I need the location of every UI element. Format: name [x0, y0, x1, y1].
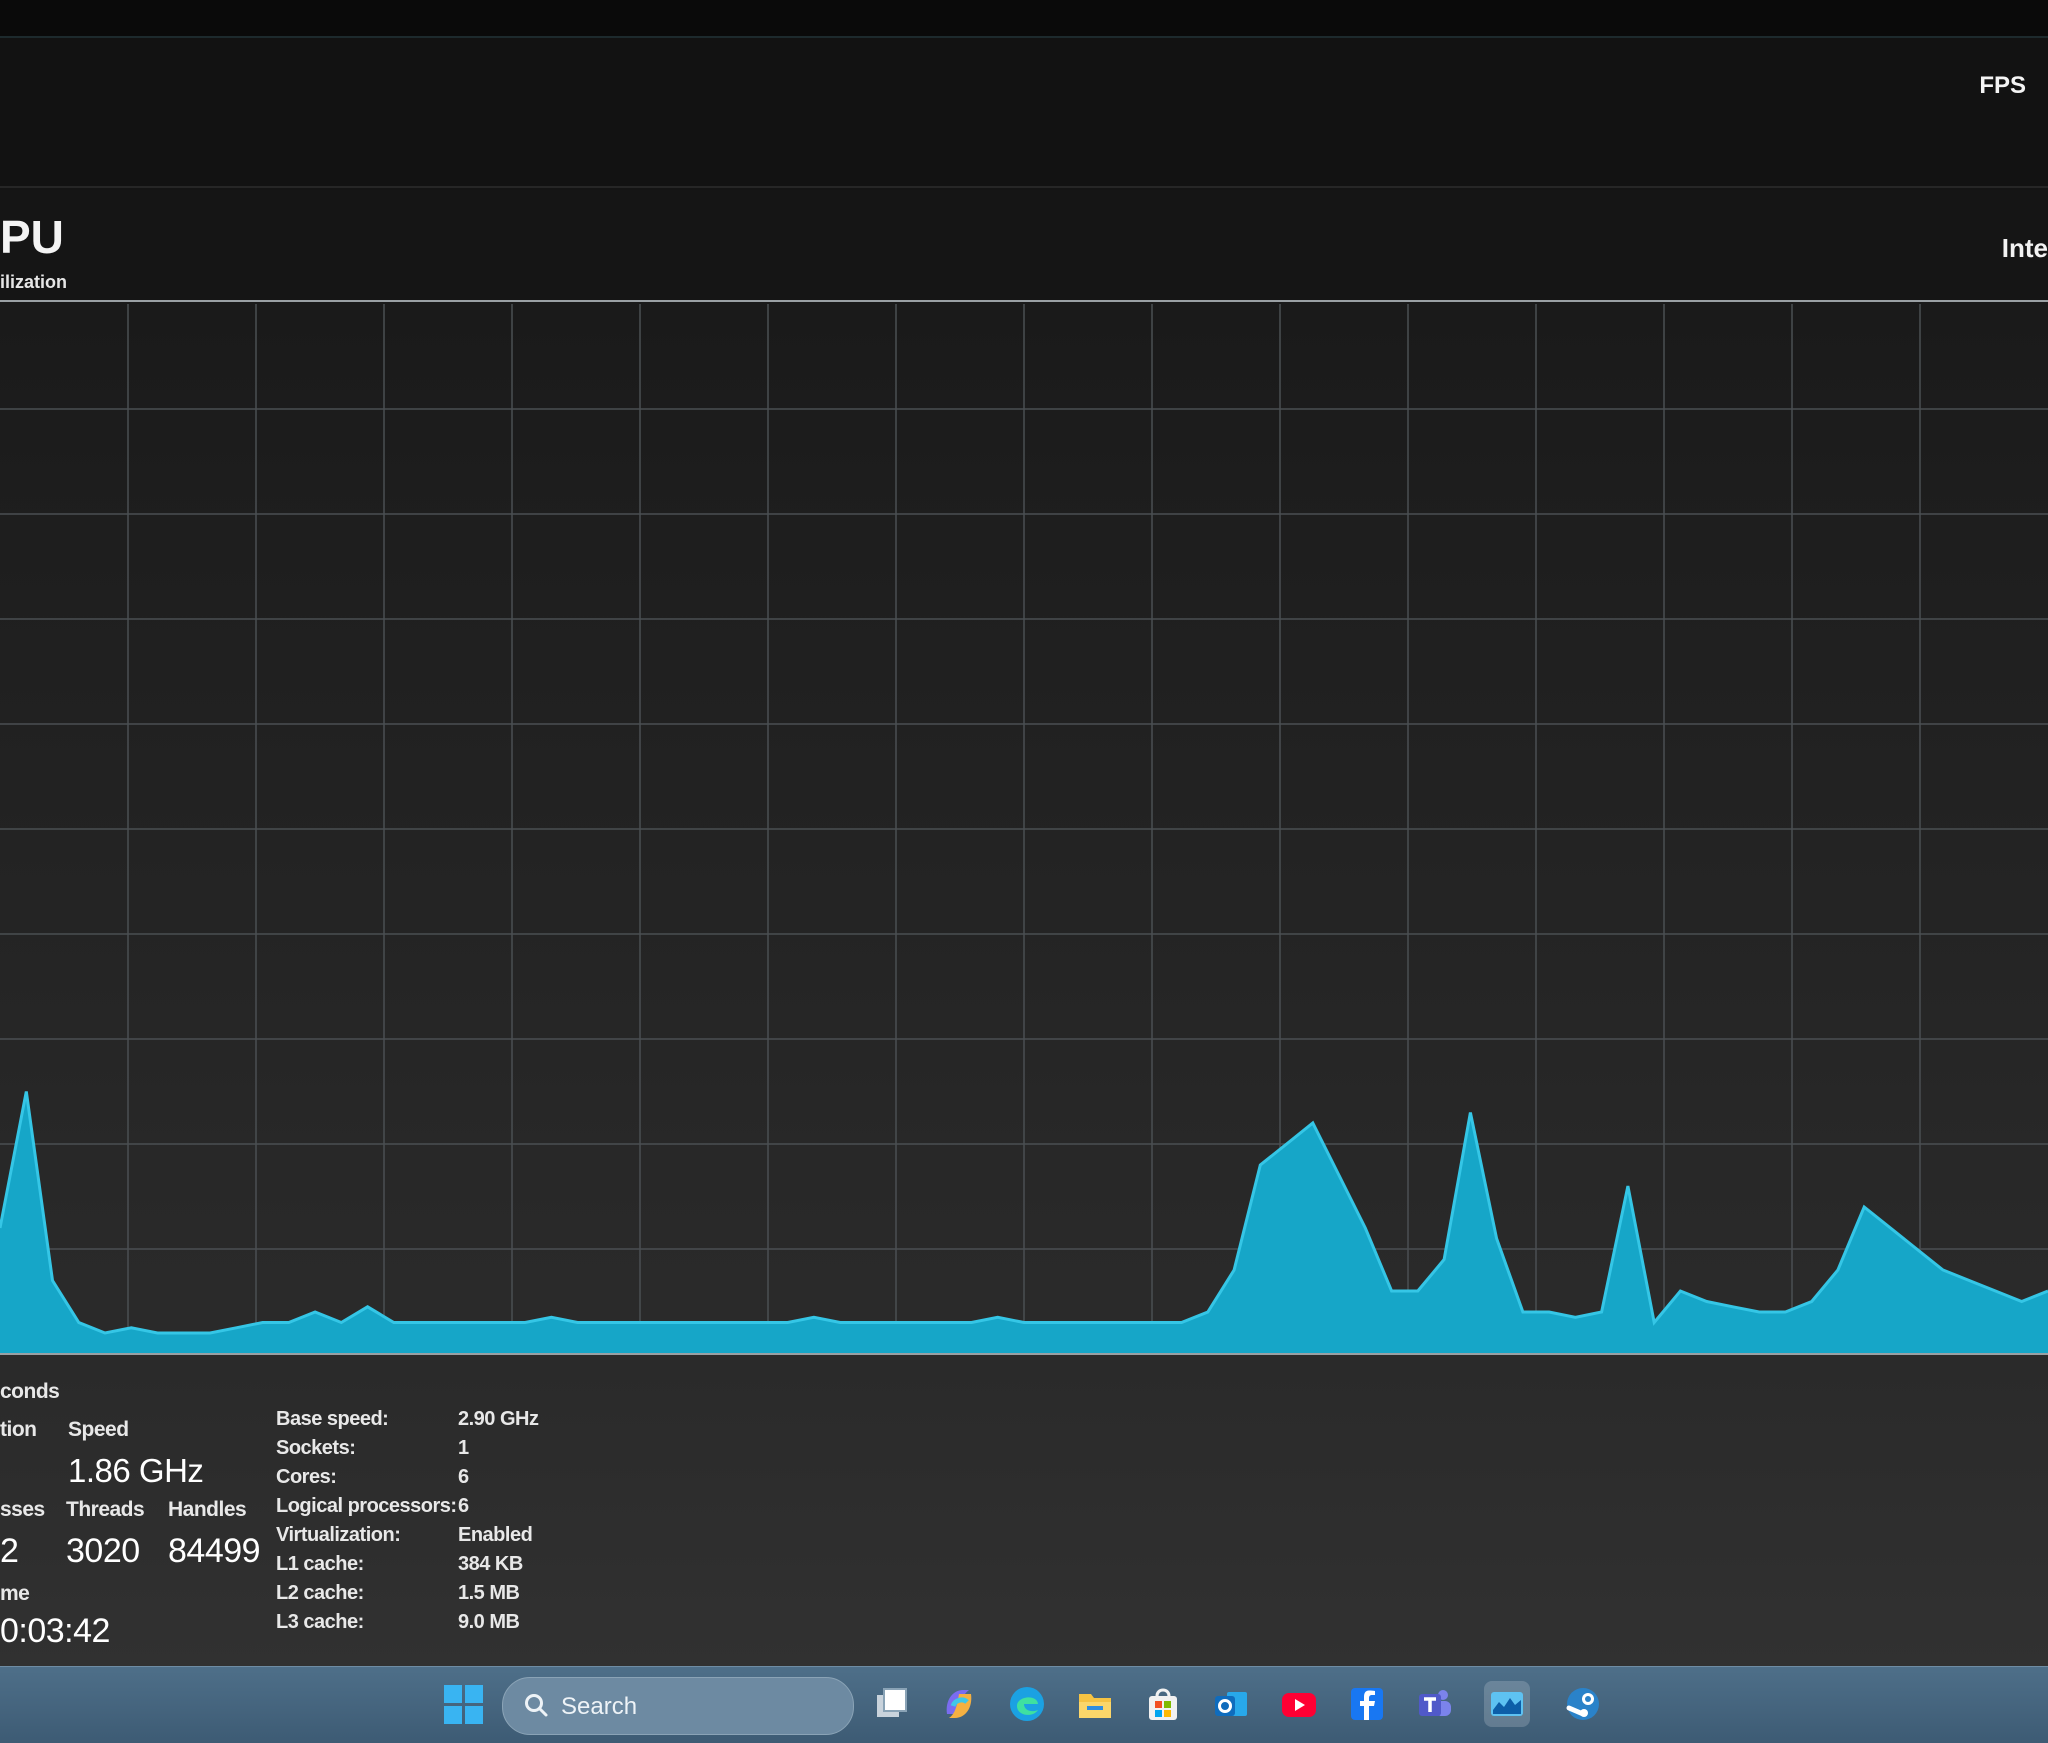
utilization-caption: ilization: [0, 272, 67, 292]
processes-label: sses: [0, 1498, 45, 1521]
steam-icon[interactable]: [1560, 1681, 1606, 1727]
spec-value: Enabled: [458, 1524, 533, 1546]
edge-icon[interactable]: [1004, 1681, 1050, 1727]
microsoft-store-icon[interactable]: [1140, 1681, 1186, 1727]
spec-label: Logical processors:: [276, 1495, 457, 1517]
spec-value: 6: [458, 1495, 469, 1517]
spec-label: L1 cache:: [276, 1553, 364, 1575]
handles-value: 84499: [168, 1532, 261, 1570]
uptime-value: 0:03:42: [0, 1612, 110, 1650]
processes-value: 2: [0, 1532, 19, 1570]
spec-label: L3 cache:: [276, 1611, 364, 1633]
speed-label: Speed: [68, 1418, 129, 1441]
cpu-utilization-graph: [0, 300, 2048, 1362]
utilization-label: tion: [0, 1418, 37, 1441]
top-divider: [0, 186, 2048, 188]
cpu-header: [0, 190, 2048, 302]
handles-label: Handles: [168, 1498, 247, 1521]
spec-value: 2.90 GHz: [458, 1408, 539, 1430]
threads-label: Threads: [66, 1498, 145, 1521]
cpu-title: PU: [0, 211, 64, 263]
monitor-bezel: [0, 0, 2048, 38]
taskbar-search-box[interactable]: Search: [502, 1677, 854, 1735]
task-view-icon[interactable]: [868, 1681, 914, 1727]
speed-value: 1.86 GHz: [68, 1452, 204, 1489]
graph-time-label: conds: [0, 1380, 60, 1403]
search-icon: [525, 1694, 548, 1717]
spec-label: Sockets:: [276, 1437, 356, 1459]
facebook-icon[interactable]: [1344, 1681, 1390, 1727]
search-placeholder: Search: [561, 1693, 638, 1720]
uptime-label: me: [0, 1582, 30, 1605]
task-manager-icon[interactable]: [1484, 1681, 1530, 1727]
cpu-model-name: Inte: [2001, 233, 2048, 263]
spec-value: 9.0 MB: [458, 1611, 520, 1633]
outlook-icon[interactable]: [1208, 1681, 1254, 1727]
teams-icon[interactable]: [1412, 1681, 1458, 1727]
spec-value: 384 KB: [458, 1553, 523, 1575]
graph-canvas: [0, 304, 2048, 1355]
windows-start-icon[interactable]: [444, 1685, 484, 1725]
threads-value: 3020: [66, 1532, 140, 1570]
fps-overlay-label: FPS: [1979, 72, 2026, 99]
spec-label: Virtualization:: [276, 1524, 401, 1546]
app-top-region: [0, 38, 2048, 188]
spec-label: Cores:: [276, 1466, 337, 1488]
spec-label: L2 cache:: [276, 1582, 364, 1604]
spec-value: 1: [458, 1437, 469, 1459]
copilot-icon[interactable]: [936, 1681, 982, 1727]
spec-label: Base speed:: [276, 1408, 389, 1430]
file-explorer-icon[interactable]: [1072, 1681, 1118, 1727]
taskbar: Search: [0, 1666, 2048, 1743]
youtube-icon[interactable]: [1276, 1681, 1322, 1727]
spec-value: 6: [458, 1466, 469, 1488]
spec-value: 1.5 MB: [458, 1582, 520, 1604]
cpu-stats-panel: conds tion Speed 1.86 GHz sses Threads H…: [0, 1360, 2048, 1666]
